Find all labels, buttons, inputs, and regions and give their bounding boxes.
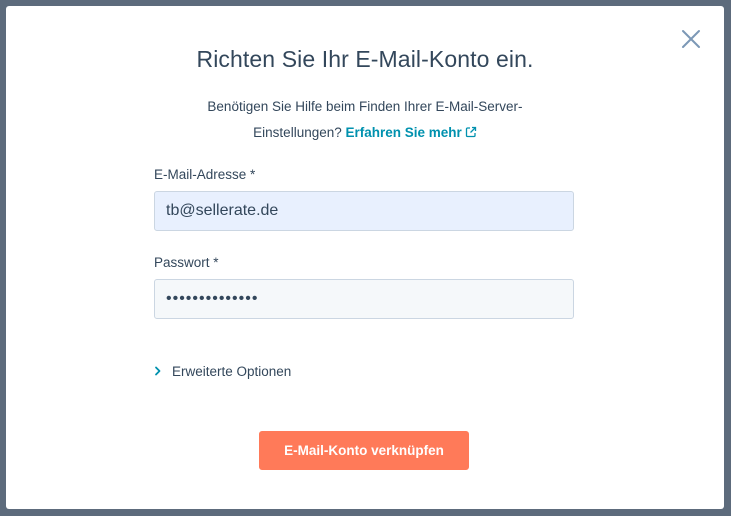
help-text-line2: Einstellungen? bbox=[253, 125, 342, 140]
external-link-icon bbox=[465, 126, 476, 138]
learn-more-label: Erfahren Sie mehr bbox=[345, 125, 462, 140]
password-label: Passwort * bbox=[154, 255, 219, 270]
help-text: Benötigen Sie Hilfe beim Finden Ihrer E-… bbox=[6, 94, 724, 146]
email-setup-dialog: Richten Sie Ihr E-Mail-Konto ein. Benöti… bbox=[6, 6, 724, 509]
advanced-options-label: Erweiterte Optionen bbox=[172, 363, 292, 379]
connect-account-button[interactable]: E-Mail-Konto verknüpfen bbox=[259, 431, 469, 470]
dialog-title: Richten Sie Ihr E-Mail-Konto ein. bbox=[196, 46, 534, 72]
learn-more-link[interactable]: Erfahren Sie mehr bbox=[346, 125, 477, 140]
advanced-options-toggle[interactable]: Erweiterte Optionen bbox=[152, 361, 291, 381]
password-field[interactable] bbox=[154, 279, 574, 319]
chevron-right-icon bbox=[155, 366, 161, 376]
email-label: E-Mail-Adresse * bbox=[154, 167, 256, 182]
help-text-line1: Benötigen Sie Hilfe beim Finden Ihrer E-… bbox=[207, 99, 523, 114]
email-field[interactable] bbox=[154, 191, 574, 231]
